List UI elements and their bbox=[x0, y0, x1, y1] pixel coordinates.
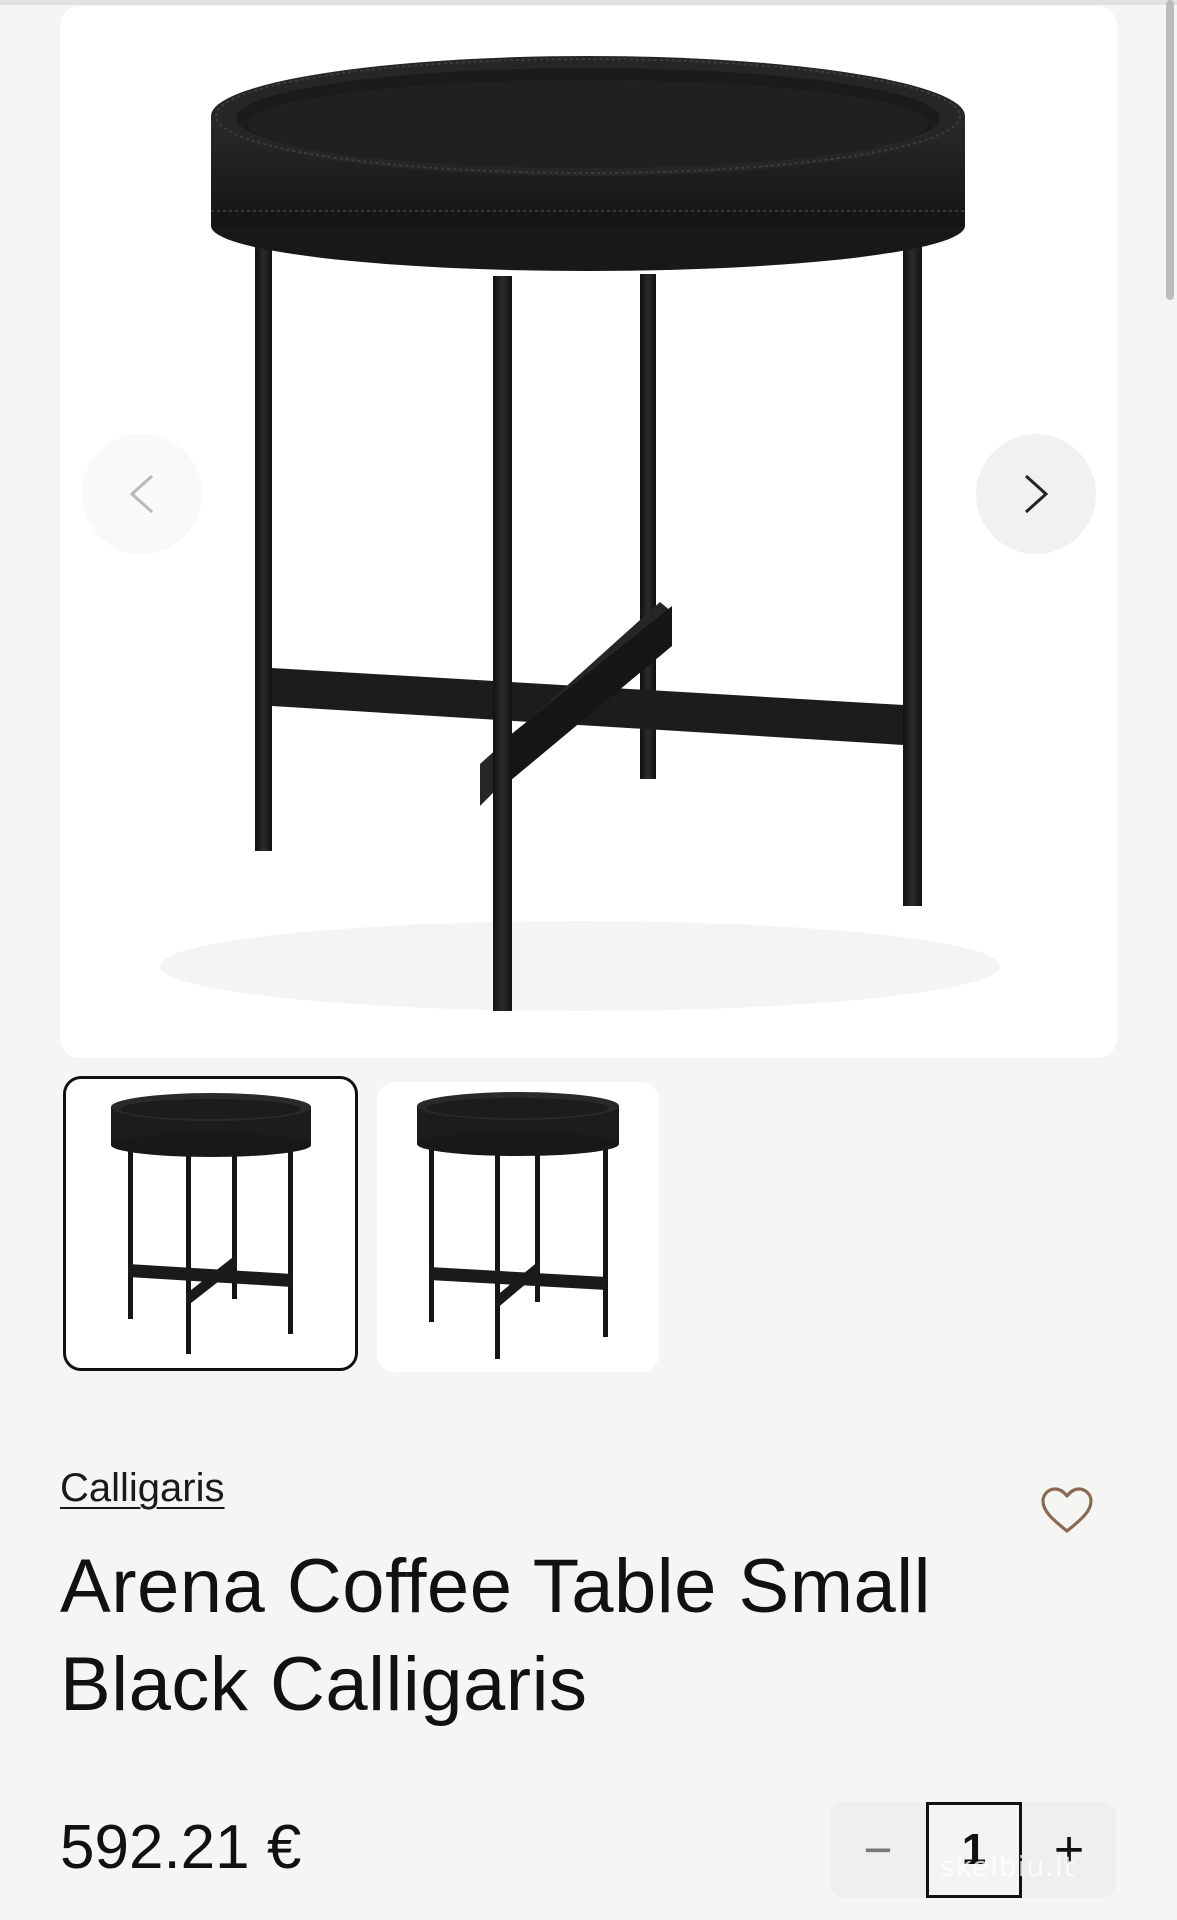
thumbnail-1[interactable] bbox=[63, 1076, 358, 1371]
brand-link[interactable]: Calligaris bbox=[60, 1466, 225, 1511]
decrease-quantity-button[interactable]: − bbox=[830, 1802, 926, 1898]
heart-icon bbox=[1041, 1487, 1093, 1533]
next-image-button[interactable] bbox=[976, 434, 1096, 554]
product-price: 592.21 € bbox=[60, 1813, 302, 1882]
coffee-table-illustration bbox=[160, 56, 1000, 1011]
scrollbar[interactable] bbox=[1166, 0, 1174, 300]
chevron-left-icon bbox=[129, 474, 154, 514]
main-product-image bbox=[60, 6, 1117, 1058]
watermark: skelbiu.lt bbox=[940, 1850, 1076, 1883]
product-title-line-2: Black Calligaris bbox=[60, 1642, 588, 1727]
previous-image-button[interactable] bbox=[82, 434, 202, 554]
product-title: Arena Coffee Table Small Black Calligari… bbox=[60, 1538, 1040, 1734]
thumbnail-table-image bbox=[417, 1092, 619, 1359]
product-title-line-1: Arena Coffee Table Small bbox=[60, 1544, 932, 1629]
thumbnail-2[interactable] bbox=[377, 1082, 659, 1372]
top-divider bbox=[0, 0, 1177, 5]
thumbnail-table-image bbox=[111, 1093, 311, 1354]
chevron-right-icon bbox=[1024, 474, 1049, 514]
wishlist-button[interactable] bbox=[1040, 1487, 1094, 1535]
